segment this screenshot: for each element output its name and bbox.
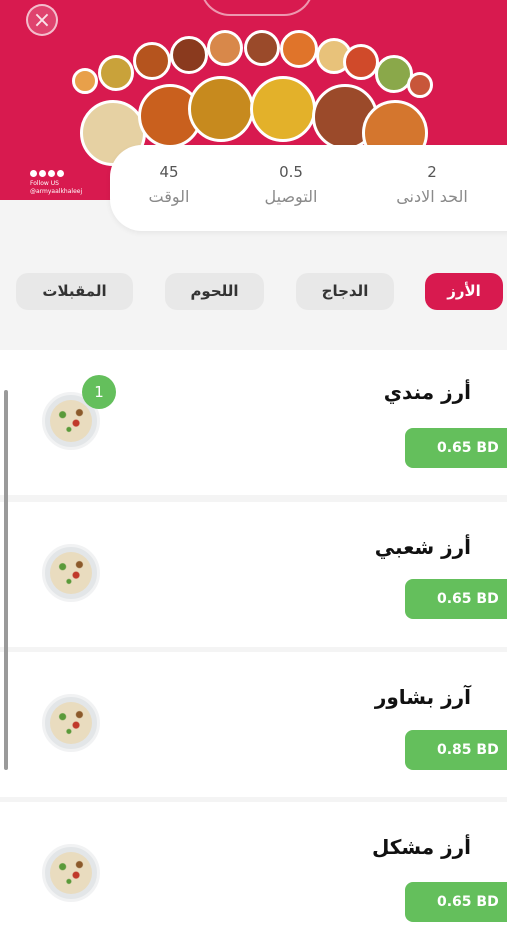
tab-appetizers[interactable]: المقبلات: [16, 273, 133, 310]
item-name: أرز مندي: [383, 380, 471, 404]
price-button[interactable]: 0.65 BD: [405, 428, 507, 468]
food-plate-image: [72, 68, 98, 94]
stat-time: 45 الوقت: [114, 161, 224, 206]
food-plate-image: [280, 30, 318, 68]
banner-logo-arc: [200, 0, 314, 16]
stat-minimum-value: 2: [427, 163, 437, 181]
social-follow-text: Follow US: [30, 180, 59, 187]
price-button[interactable]: 0.65 BD: [405, 579, 507, 619]
stat-minimum: 2 الحد الادنى: [377, 161, 487, 206]
tab-rice[interactable]: الأرز: [425, 273, 503, 310]
food-plate-image: [343, 44, 379, 80]
item-name: أرز مشكل: [371, 835, 471, 859]
item-thumbnail: [42, 544, 100, 602]
stat-time-label: الوقت: [148, 187, 190, 206]
food-plate-image: [170, 36, 208, 74]
stat-delivery-value: 0.5: [279, 163, 303, 181]
list-item[interactable]: أرز مشكل 0.65 BD: [0, 802, 507, 947]
price-button[interactable]: 0.65 BD: [405, 882, 507, 922]
item-name: أرز شعبي: [374, 535, 471, 559]
quantity-badge: 1: [82, 375, 116, 409]
list-item[interactable]: آرز بشاور 0.85 BD: [0, 652, 507, 797]
stat-minimum-label: الحد الادنى: [396, 187, 468, 206]
food-plate-image: [207, 30, 243, 66]
scrollbar[interactable]: [4, 390, 8, 770]
social-icons: [30, 170, 82, 180]
food-plate-image: [133, 42, 171, 80]
stat-time-value: 45: [159, 163, 179, 181]
list-item[interactable]: 1 أرز مندي 0.65 BD: [0, 350, 507, 495]
tab-meat[interactable]: اللحوم: [165, 273, 264, 310]
food-plate-image: [188, 76, 254, 142]
item-thumbnail: [42, 694, 100, 752]
restaurant-info-card: 2 الحد الادنى 0.5 التوصيل 45 الوقت: [110, 145, 507, 231]
social-follow-block: Follow US @armyaalkhaleej: [30, 170, 82, 196]
list-item[interactable]: أرز شعبي 0.65 BD: [0, 502, 507, 647]
item-thumbnail: [42, 844, 100, 902]
stat-delivery-label: التوصيل: [264, 187, 318, 206]
food-plate-image: [244, 30, 280, 66]
social-handle: @armyaalkhaleej: [30, 188, 83, 195]
tab-chicken[interactable]: الدجاج: [296, 273, 394, 310]
stat-delivery: 0.5 التوصيل: [236, 161, 346, 206]
price-button[interactable]: 0.85 BD: [405, 730, 507, 770]
food-plate-image: [98, 55, 134, 91]
food-plate-image: [250, 76, 316, 142]
close-icon[interactable]: ×: [26, 4, 58, 36]
food-plate-image: [407, 72, 433, 98]
item-name: آرز بشاور: [374, 685, 471, 709]
